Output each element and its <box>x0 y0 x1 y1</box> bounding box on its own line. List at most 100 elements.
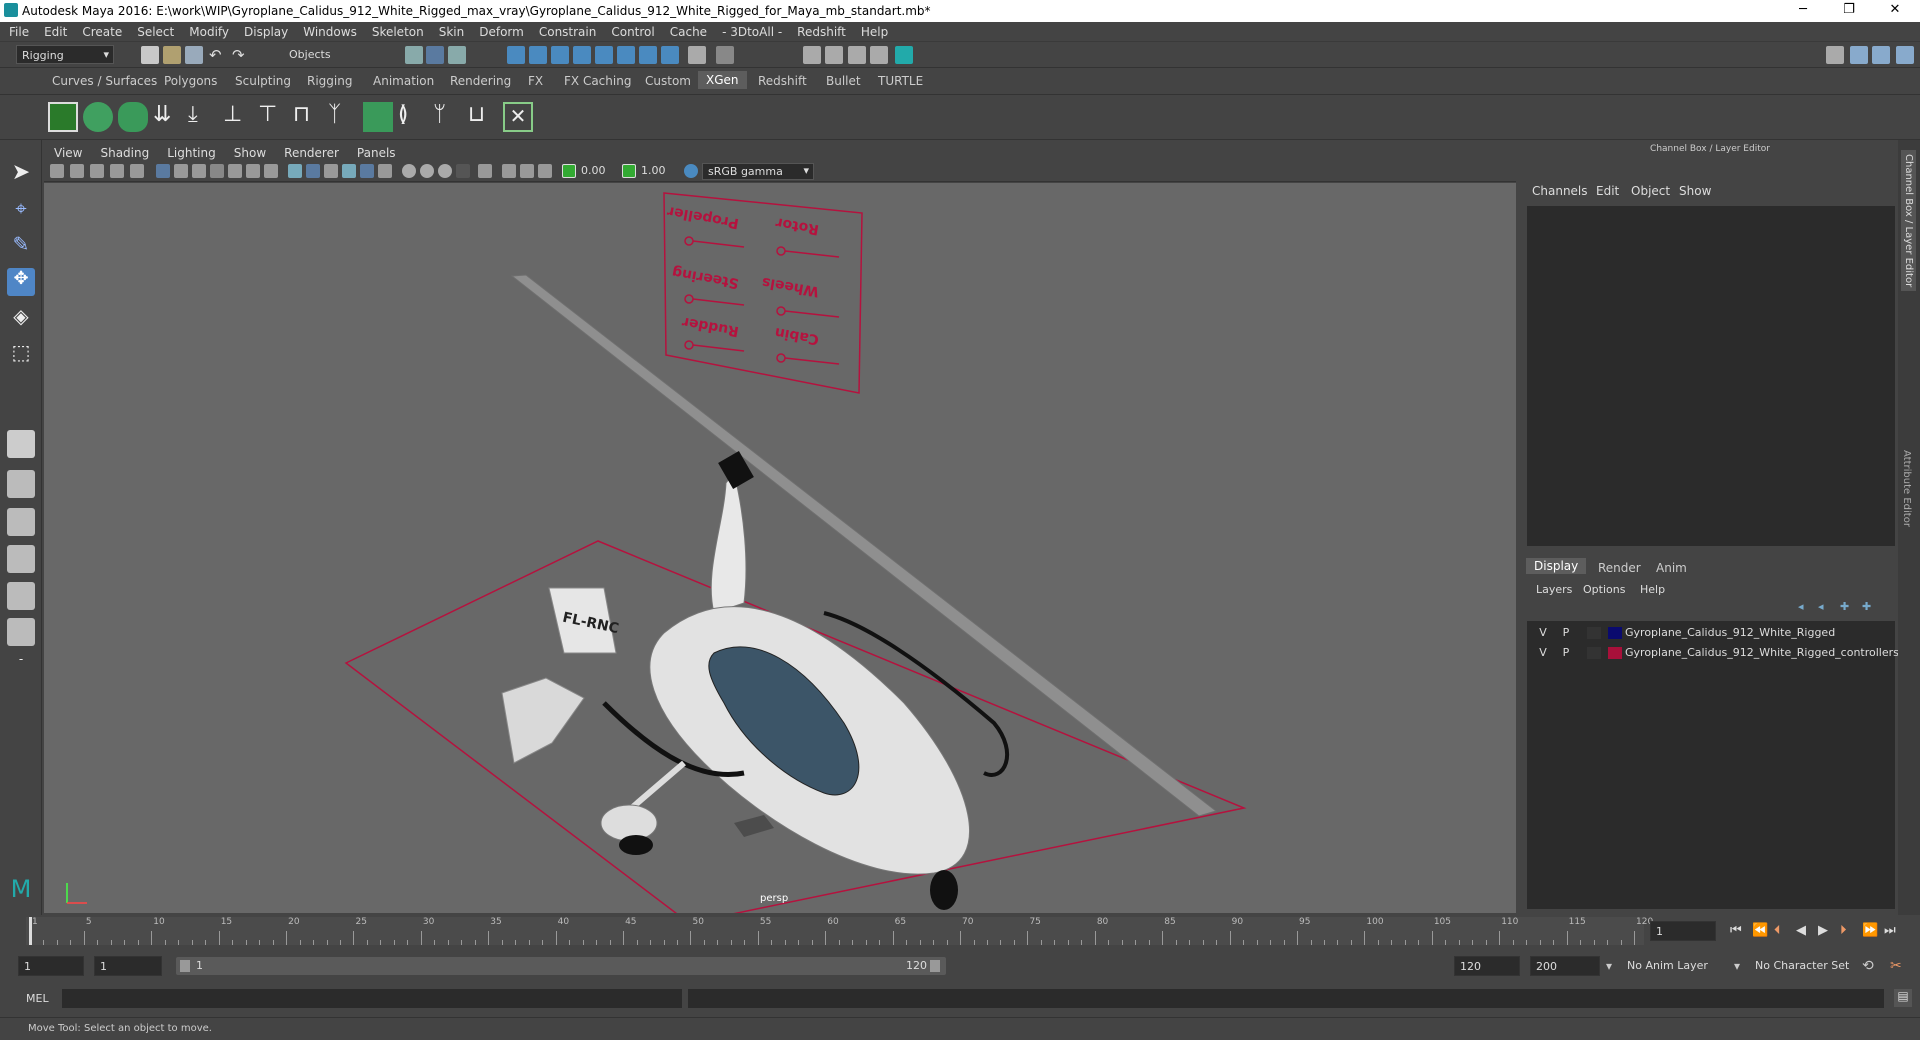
snap-grid-icon[interactable] <box>507 46 525 64</box>
safe-action-icon[interactable] <box>246 164 260 178</box>
xgen-eye-icon[interactable] <box>83 102 113 132</box>
shelf-tab-sculpting[interactable]: Sculpting <box>235 74 291 88</box>
menu-constrain[interactable]: Constrain <box>530 22 603 39</box>
auto-key-icon[interactable]: ⟲ <box>1862 958 1874 974</box>
step-back-frame-icon[interactable]: ⏴ <box>1774 923 1781 938</box>
menu-control[interactable]: Control <box>602 22 660 39</box>
outliner-view-icon[interactable] <box>7 545 35 573</box>
script-editor-icon[interactable]: ▤ <box>1894 989 1912 1007</box>
history-icon[interactable] <box>716 46 734 64</box>
channels-menu[interactable]: Channels <box>1532 184 1588 198</box>
play-backward-icon[interactable]: ◀ <box>1796 923 1806 938</box>
chevron-down-icon[interactable]: ▾ <box>1606 959 1612 973</box>
depth-of-field-icon[interactable] <box>456 164 470 178</box>
shelf-tab-turtle[interactable]: TURTLE <box>878 74 923 88</box>
range-slider[interactable]: 1 120 <box>176 957 946 975</box>
channel-box-toggle-icon[interactable] <box>1850 46 1868 64</box>
camera-select-icon[interactable] <box>50 164 64 178</box>
grease-pencil-icon[interactable] <box>130 164 144 178</box>
xgen-layers-icon[interactable] <box>363 102 393 132</box>
show-menu[interactable]: Show <box>1679 184 1711 198</box>
motion-blur-icon[interactable] <box>420 164 434 178</box>
viewport-menu-show[interactable]: Show <box>224 144 274 160</box>
snap-view-icon[interactable] <box>573 46 591 64</box>
menu-display[interactable]: Display <box>235 22 294 39</box>
layer-playback-toggle[interactable]: P <box>1559 626 1573 639</box>
layer-row[interactable]: V P Gyroplane_Calidus_912_White_Rigged <box>1527 624 1895 642</box>
xgen-grass-icon[interactable]: ᛉ <box>328 102 358 132</box>
time-slider[interactable]: 1 5 10 15 20 25 30 35 40 45 50 55 60 65 70 75 80 85 90 95 10… <box>0 915 1920 947</box>
maximize-button[interactable]: ❐ <box>1834 2 1864 20</box>
menu-skin[interactable]: Skin <box>430 22 471 39</box>
open-scene-icon[interactable] <box>163 46 181 64</box>
gate-mask-icon[interactable] <box>210 164 224 178</box>
render-frame-icon[interactable] <box>803 46 821 64</box>
character-set-dropdown[interactable]: No Character Set <box>1750 956 1868 976</box>
layer-type-box[interactable] <box>1587 647 1601 659</box>
viewport-3d[interactable]: Propeller Rotor Steering Wheels Rudder C… <box>44 183 1516 913</box>
shelf-tab-redshift[interactable]: Redshift <box>758 74 807 88</box>
menu-select[interactable]: Select <box>128 22 180 39</box>
object-menu[interactable]: Object <box>1631 184 1670 198</box>
snap-surface-icon[interactable] <box>595 46 613 64</box>
menu-edit[interactable]: Edit <box>35 22 73 39</box>
edit-menu[interactable]: Edit <box>1596 184 1619 198</box>
multisample-icon[interactable] <box>438 164 452 178</box>
four-view-icon[interactable] <box>7 470 35 498</box>
select-tool-icon[interactable]: ➤ <box>7 160 35 188</box>
camera-attr-icon[interactable] <box>70 164 84 178</box>
menu-file[interactable]: File <box>0 22 35 39</box>
select-hierarchy-icon[interactable] <box>405 46 423 64</box>
film-gate-icon[interactable] <box>174 164 188 178</box>
attribute-editor-toggle-icon[interactable] <box>1872 46 1890 64</box>
menu-modify[interactable]: Modify <box>180 22 235 39</box>
gamma-icon[interactable] <box>622 164 636 178</box>
time-ruler[interactable]: 1 5 10 15 20 25 30 35 40 45 50 55 60 65 70 75 80 85 90 95 10… <box>26 917 1653 945</box>
shadows-icon[interactable] <box>378 164 392 178</box>
layout-options-icon[interactable]: - <box>7 652 35 680</box>
shelf-tab-xgen[interactable]: XGen <box>698 71 747 89</box>
render-settings-icon[interactable] <box>848 46 866 64</box>
layer-row[interactable]: V P Gyroplane_Calidus_912_White_Rigged_c… <box>1527 644 1899 662</box>
move-layer-down-icon[interactable]: ◂ <box>1818 600 1832 613</box>
menu-redshift[interactable]: Redshift <box>788 22 852 39</box>
layers-menu[interactable]: Layers <box>1536 583 1572 596</box>
snap-help-icon[interactable] <box>661 46 679 64</box>
save-scene-icon[interactable] <box>185 46 203 64</box>
lasso-tool-icon[interactable]: ⌖ <box>7 196 35 224</box>
snap-live-icon[interactable] <box>639 46 657 64</box>
lock-icon[interactable] <box>688 46 706 64</box>
xgen-select-guide-icon[interactable]: ⊤ <box>258 102 288 132</box>
shelf-tab-fx-caching[interactable]: FX Caching <box>564 74 631 88</box>
main-wheel[interactable] <box>619 835 653 855</box>
playback-end-field[interactable]: 120 <box>1454 956 1520 976</box>
isolate-select-icon[interactable] <box>478 164 492 178</box>
layer-visibility-toggle[interactable]: V <box>1536 646 1550 659</box>
xgen-description-icon[interactable] <box>118 102 148 132</box>
preferences-icon[interactable]: ✂ <box>1890 958 1902 974</box>
safe-title-icon[interactable] <box>264 164 278 178</box>
minimize-button[interactable]: ─ <box>1788 2 1818 20</box>
menu-deform[interactable]: Deform <box>470 22 530 39</box>
menu-skeleton[interactable]: Skeleton <box>363 22 430 39</box>
single-view-icon[interactable] <box>7 430 35 458</box>
xgen-add-guide-icon[interactable]: ⤓ <box>188 102 218 132</box>
xgen-lock-guide-icon[interactable]: ⊓ <box>293 102 323 132</box>
new-scene-icon[interactable] <box>141 46 159 64</box>
select-component-icon[interactable] <box>448 46 466 64</box>
nose-wheel[interactable] <box>930 870 958 910</box>
viewport-menu-renderer[interactable]: Renderer <box>274 144 347 160</box>
move-tool-icon[interactable]: ✥ <box>7 268 35 296</box>
bookmark-icon[interactable] <box>90 164 104 178</box>
start-frame-field[interactable]: 1 <box>18 956 84 976</box>
smooth-shade-icon[interactable] <box>306 164 320 178</box>
use-all-lights-icon[interactable] <box>360 164 374 178</box>
xgen-bracket-icon[interactable]: ⊔ <box>468 102 498 132</box>
scale-tool-icon[interactable]: ⬚ <box>7 340 35 368</box>
shelf-tab-polygons[interactable]: Polygons <box>164 74 217 88</box>
help-menu[interactable]: Help <box>1640 583 1665 596</box>
layer-color-swatch[interactable] <box>1608 627 1622 639</box>
viewport-menu-panels[interactable]: Panels <box>347 144 404 160</box>
menu-help[interactable]: Help <box>852 22 894 39</box>
textured-icon[interactable] <box>342 164 356 178</box>
